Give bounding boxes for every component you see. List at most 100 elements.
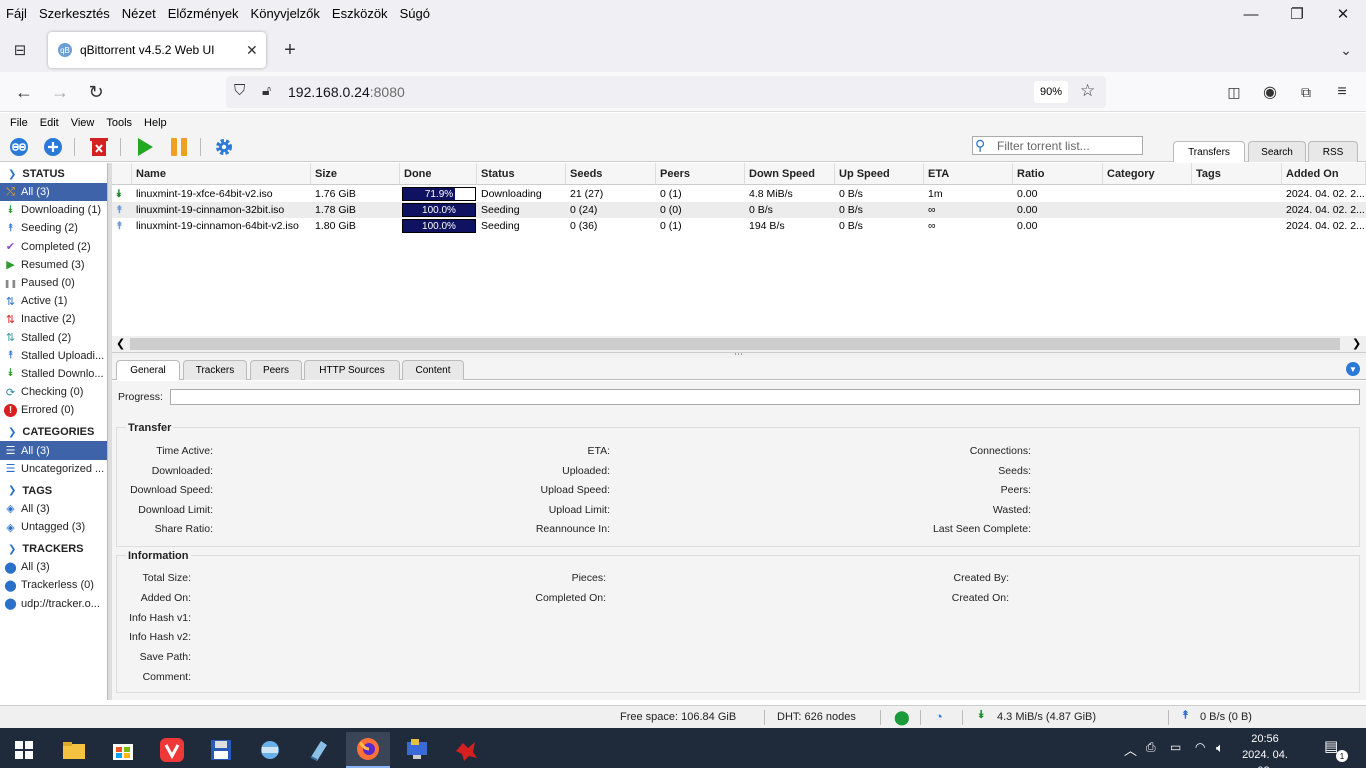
app-menu-tools[interactable]: Tools xyxy=(100,117,138,129)
alt-speed-icon[interactable]: ◔ xyxy=(935,709,943,724)
tab-peers[interactable]: Peers xyxy=(250,360,302,380)
app-menu-help[interactable]: Help xyxy=(138,117,173,129)
add-torrent-button[interactable] xyxy=(42,136,64,158)
status-filter-item[interactable]: ⇅ Inactive (2) xyxy=(0,310,107,328)
shield-icon[interactable]: ⛉ xyxy=(234,82,245,99)
table-header-seeds[interactable]: Seeds xyxy=(566,163,656,185)
tracker-item-udp[interactable]: ⬤ udp://tracker.o... xyxy=(0,595,107,613)
account-icon[interactable]: ◉ xyxy=(1258,80,1282,104)
tab-trackers[interactable]: Trackers xyxy=(183,360,247,380)
browser-menu-tools[interactable]: Eszközök xyxy=(326,6,394,21)
category-item-all[interactable]: ☰ All (3) xyxy=(0,441,107,460)
tab-transfers[interactable]: Transfers xyxy=(1173,141,1245,162)
extensions-icon[interactable]: ⧉ xyxy=(1294,80,1318,104)
status-filter-item[interactable]: ⟳ Checking (0) xyxy=(0,383,107,401)
camera-icon[interactable]: ⎙ xyxy=(1146,740,1156,755)
restore-button[interactable]: ❐ xyxy=(1274,0,1320,28)
scroll-left-icon[interactable]: ❮ xyxy=(116,337,125,350)
status-filter-item[interactable]: ▶ Resumed (3) xyxy=(0,256,107,274)
status-filter-item[interactable]: ✔ Completed (2) xyxy=(0,238,107,256)
hamburger-menu-icon[interactable]: ≡ xyxy=(1330,80,1354,104)
trackers-section-header[interactable]: ❯ TRACKERS xyxy=(0,540,107,558)
minimize-button[interactable]: — xyxy=(1228,0,1274,28)
file-explorer-icon[interactable] xyxy=(52,732,96,768)
status-filter-item[interactable]: ⯯ Stalled Downlo... xyxy=(0,365,107,383)
tab-http-sources[interactable]: HTTP Sources xyxy=(304,360,400,380)
browser-menu-bookmarks[interactable]: Könyvjelzők xyxy=(245,6,326,21)
tracker-item-trackerless[interactable]: ⬤ Trackerless (0) xyxy=(0,576,107,594)
table-row[interactable]: ⯯ linuxmint-19-xfce-64bit-v2.iso 1.76 GiB D… xyxy=(112,186,1366,202)
download-speed-text[interactable]: 4.3 MiB/s (4.87 GiB) xyxy=(997,711,1096,723)
table-header-status[interactable]: Status xyxy=(477,163,566,185)
windows-start-icon[interactable] xyxy=(2,732,46,768)
connection-status-icon[interactable]: ⬤ xyxy=(894,709,910,726)
table-header-peers[interactable]: Peers xyxy=(656,163,745,185)
volume-icon[interactable]: 🔈︎ xyxy=(1216,740,1224,756)
table-header-category[interactable]: Category xyxy=(1103,163,1192,185)
pause-button[interactable] xyxy=(168,136,190,158)
table-row[interactable]: ⯭ linuxmint-19-cinnamon-32bit.iso 1.78 GiB… xyxy=(112,202,1366,218)
tab-content[interactable]: Content xyxy=(402,360,464,380)
table-header-name[interactable]: Name xyxy=(132,163,311,185)
tab-rss[interactable]: RSS xyxy=(1308,141,1358,162)
microsoft-store-icon[interactable] xyxy=(101,732,145,768)
battery-icon[interactable]: ▭ xyxy=(1170,740,1181,754)
browser-menu-help[interactable]: Súgó xyxy=(394,6,436,21)
table-header-size[interactable]: Size xyxy=(311,163,400,185)
table-header-up-speed[interactable]: Up Speed xyxy=(835,163,924,185)
vivaldi-icon[interactable] xyxy=(150,732,194,768)
upload-speed-text[interactable]: 0 B/s (0 B) xyxy=(1200,711,1252,723)
browser-tab[interactable]: qB qBittorrent v4.5.2 Web UI ✕ xyxy=(48,32,266,68)
url-bar[interactable]: ⛉ 🔓︎ 192.168.0.24:8080 90% ☆ xyxy=(226,76,1106,108)
new-tab-button[interactable]: + xyxy=(278,38,302,62)
status-filter-item[interactable]: ❚❚ Paused (0) xyxy=(0,274,107,292)
status-filter-item[interactable]: ⇅ Active (1) xyxy=(0,292,107,310)
table-header-added-on[interactable]: Added On xyxy=(1282,163,1366,185)
pocket-icon[interactable]: ◫ xyxy=(1222,80,1246,104)
table-header-eta[interactable]: ETA xyxy=(924,163,1013,185)
tab-search[interactable]: Search xyxy=(1248,141,1306,162)
status-filter-item[interactable]: ! Errored (0) xyxy=(0,401,107,419)
table-row[interactable]: ⯭ linuxmint-19-cinnamon-64bit-v2.iso 1.80 … xyxy=(112,218,1366,234)
status-filter-item[interactable]: ⯭ Seeding (2) xyxy=(0,219,107,237)
network-tool-icon[interactable] xyxy=(248,732,292,768)
notepad-icon[interactable] xyxy=(297,732,341,768)
status-filter-item[interactable]: ⤭ All (3) xyxy=(0,183,107,202)
firefox-icon[interactable] xyxy=(346,732,390,768)
remote-desktop-icon[interactable] xyxy=(395,732,439,768)
tags-section-header[interactable]: ❯ TAGS xyxy=(0,482,107,500)
scroll-right-icon[interactable]: ❯ xyxy=(1352,337,1361,350)
table-header-ratio[interactable]: Ratio xyxy=(1013,163,1103,185)
browser-menu-file[interactable]: Fájl xyxy=(0,6,33,21)
app-menu-file[interactable]: File xyxy=(4,117,34,129)
browser-menu-history[interactable]: Előzmények xyxy=(162,6,245,21)
zoom-level[interactable]: 90% xyxy=(1034,81,1068,103)
status-section-header[interactable]: ❯ STATUS xyxy=(0,165,107,183)
delete-button[interactable] xyxy=(88,136,110,158)
browser-menu-view[interactable]: Nézet xyxy=(116,6,162,21)
app-menu-edit[interactable]: Edit xyxy=(34,117,65,129)
bookmark-star-icon[interactable]: ☆ xyxy=(1080,81,1095,101)
options-gear-button[interactable] xyxy=(213,136,235,158)
close-window-button[interactable]: ✕ xyxy=(1320,0,1366,28)
status-filter-item[interactable]: ⯯ Downloading (1) xyxy=(0,201,107,219)
tab-general[interactable]: General xyxy=(116,360,180,380)
tracker-item-all[interactable]: ⬤ All (3) xyxy=(0,558,107,576)
chevron-down-icon[interactable]: ⌄ xyxy=(1334,38,1358,62)
forward-button[interactable]: → xyxy=(48,80,72,104)
app-menu-view[interactable]: View xyxy=(65,117,101,129)
system-clock[interactable]: 20:56 2024. 04. 02. xyxy=(1238,731,1292,779)
tab-list-icon[interactable]: ⊟ xyxy=(8,38,32,62)
category-item-uncategorized[interactable]: ☰ Uncategorized ... xyxy=(0,460,107,478)
status-filter-item[interactable]: ⇅ Stalled (2) xyxy=(0,329,107,347)
floppy-disk-icon[interactable] xyxy=(199,732,243,768)
reload-button[interactable]: ↻ xyxy=(84,80,108,104)
table-header-done[interactable]: Done xyxy=(400,163,477,185)
tag-item-untagged[interactable]: ◈ Untagged (3) xyxy=(0,518,107,536)
table-header-tags[interactable]: Tags xyxy=(1192,163,1282,185)
red-bug-app-icon[interactable] xyxy=(444,732,488,768)
table-header-state[interactable] xyxy=(112,163,132,185)
close-tab-icon[interactable]: ✕ xyxy=(246,42,266,59)
browser-menu-edit[interactable]: Szerkesztés xyxy=(33,6,116,21)
collapse-panel-icon[interactable]: ▼ xyxy=(1346,362,1360,376)
